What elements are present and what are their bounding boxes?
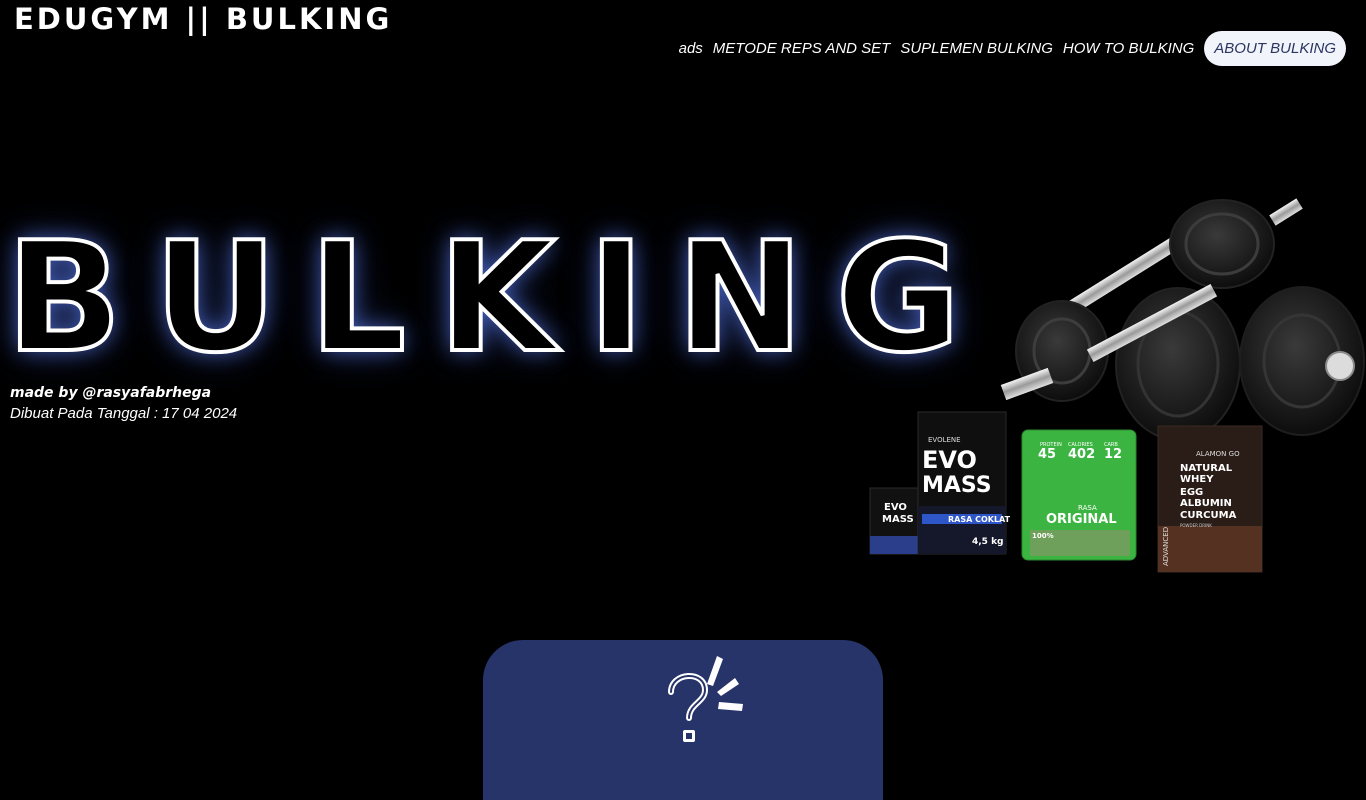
green-badge: 100% <box>1032 532 1054 540</box>
hero-title: BULKING <box>4 209 993 386</box>
evo-mass-small-pack: EVO MASS <box>869 487 919 555</box>
nav-item-ads[interactable]: ads <box>679 40 703 57</box>
main-nav: ads METODE REPS AND SET SUPLEMEN BULKING… <box>679 31 1346 66</box>
site-brand[interactable]: EDUGYM || BULKING <box>14 2 392 36</box>
alamon-line2: WHEY <box>1180 474 1214 485</box>
green-flavor: ORIGINAL <box>1046 512 1117 527</box>
alamon-sub: POWDER DRINK <box>1180 523 1212 528</box>
hero-date: Dibuat Pada Tanggal : 17 04 2024 <box>10 405 238 422</box>
alamon-brand: ALAMON GO <box>1196 450 1240 458</box>
evo-large-weight: 4,5 kg <box>972 537 1004 547</box>
evo-large-line2: MASS <box>922 473 992 498</box>
green-rasa: RASA <box>1078 504 1097 512</box>
evo-large-flavor: RASA COKLAT <box>948 515 1011 524</box>
alamon-line5: CURCUMA <box>1180 510 1237 521</box>
green-protein-value: 45 <box>1038 447 1056 462</box>
green-carb-value: 12 <box>1104 447 1122 462</box>
evo-mass-large-pack: EVOLENE EVO MASS RASA COKLAT 4,5 kg <box>917 411 1011 555</box>
hero-credit: made by @rasyafabrhega <box>10 385 212 401</box>
alamon-line1: NATURAL <box>1180 463 1233 474</box>
green-original-pack: PROTEIN 45 CALORIES 402 CARB 12 RASA ORI… <box>1021 429 1137 561</box>
nav-item-suplemen-bulking[interactable]: SUPLEMEN BULKING <box>900 40 1053 57</box>
alamon-side: ADVANCED <box>1162 527 1170 566</box>
evo-large-line1: EVO <box>922 446 977 474</box>
green-calories-value: 402 <box>1068 447 1095 462</box>
alamon-whey-pack: ALAMON GO NATURAL WHEY EGG ALBUMIN CURCU… <box>1157 425 1263 573</box>
evo-small-brand: EVO <box>884 502 907 513</box>
question-mark-icon <box>668 656 743 742</box>
alamon-line4: ALBUMIN <box>1180 498 1232 509</box>
hero-dumbbell-supplements-image: EVO MASS EVOLENE EVO MASS RASA COKLAT 4,… <box>869 198 1365 573</box>
alamon-line3: EGG <box>1180 487 1203 498</box>
nav-item-about-bulking[interactable]: ABOUT BULKING <box>1204 31 1346 66</box>
evo-small-name: MASS <box>882 514 914 525</box>
evo-large-brand: EVOLENE <box>928 436 961 444</box>
nav-item-metode-reps-and-set[interactable]: METODE REPS AND SET <box>713 40 891 57</box>
nav-item-how-to-bulking[interactable]: HOW TO BULKING <box>1063 40 1194 57</box>
info-card <box>483 640 883 800</box>
